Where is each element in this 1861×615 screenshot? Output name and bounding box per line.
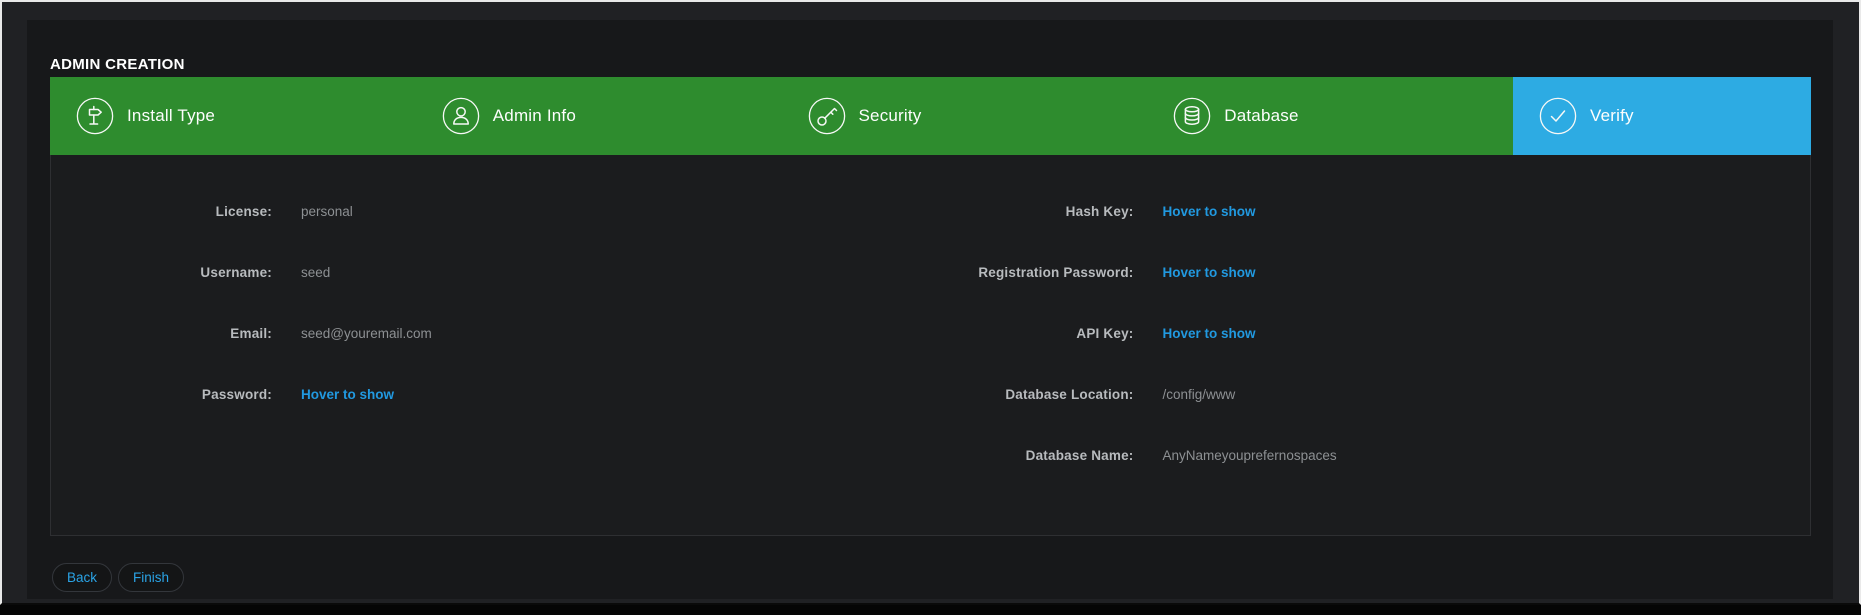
field-value-username: seed [301,265,330,280]
verify-row-username: Username: seed [51,242,931,303]
verify-row-email: Email: seed@youremail.com [51,303,931,364]
wizard-step-admin-info[interactable]: Admin Info [416,77,782,155]
back-button[interactable]: Back [52,563,112,592]
verify-row-registration-password: Registration Password: Hover to show [931,242,1811,303]
verify-right-column: Hash Key: Hover to show Registration Pas… [931,181,1811,535]
hover-to-show-link-api-key[interactable]: Hover to show [1163,326,1256,341]
page-title: ADMIN CREATION [50,56,185,73]
wizard-step-install-type[interactable]: Install Type [50,77,416,155]
hover-to-show-link-hash-key[interactable]: Hover to show [1163,204,1256,219]
screen: { "colors": { "step_done_bg": "#2e8c2e",… [0,0,1861,615]
wizard-actions: Back Finish [52,563,184,592]
wizard-step-security[interactable]: Security [782,77,1148,155]
database-icon [1173,97,1211,135]
app-window: ADMIN CREATION Install Type Admin Info S… [0,0,1861,605]
wizard-step-verify[interactable]: Verify [1513,77,1811,155]
verify-panel: License: personal Username: seed Email: … [50,155,1811,536]
hover-to-show-link-registration-password[interactable]: Hover to show [1163,265,1256,280]
check-icon [1539,97,1577,135]
signpost-icon [76,97,114,135]
wizard-steps: Install Type Admin Info Security Databas… [50,77,1811,155]
field-value-license: personal [301,204,353,219]
verify-row-license: License: personal [51,181,931,242]
verify-left-column: License: personal Username: seed Email: … [51,181,931,535]
field-value-database-location: /config/www [1163,387,1236,402]
verify-row-api-key: API Key: Hover to show [931,303,1811,364]
verify-row-password: Password: Hover to show [51,364,931,425]
key-icon [808,97,846,135]
verify-row-hash-key: Hash Key: Hover to show [931,181,1811,242]
field-value-email: seed@youremail.com [301,326,432,341]
admin-creation-card: ADMIN CREATION Install Type Admin Info S… [27,20,1833,599]
bottom-edge-strip [0,605,1861,615]
verify-row-database-name: Database Name: AnyNameyouprefernospaces [931,425,1811,486]
wizard-step-database[interactable]: Database [1147,77,1513,155]
verify-row-database-location: Database Location: /config/www [931,364,1811,425]
hover-to-show-link-password[interactable]: Hover to show [301,387,394,402]
field-value-database-name: AnyNameyouprefernospaces [1163,448,1337,463]
finish-button[interactable]: Finish [118,563,184,592]
user-icon [442,97,480,135]
